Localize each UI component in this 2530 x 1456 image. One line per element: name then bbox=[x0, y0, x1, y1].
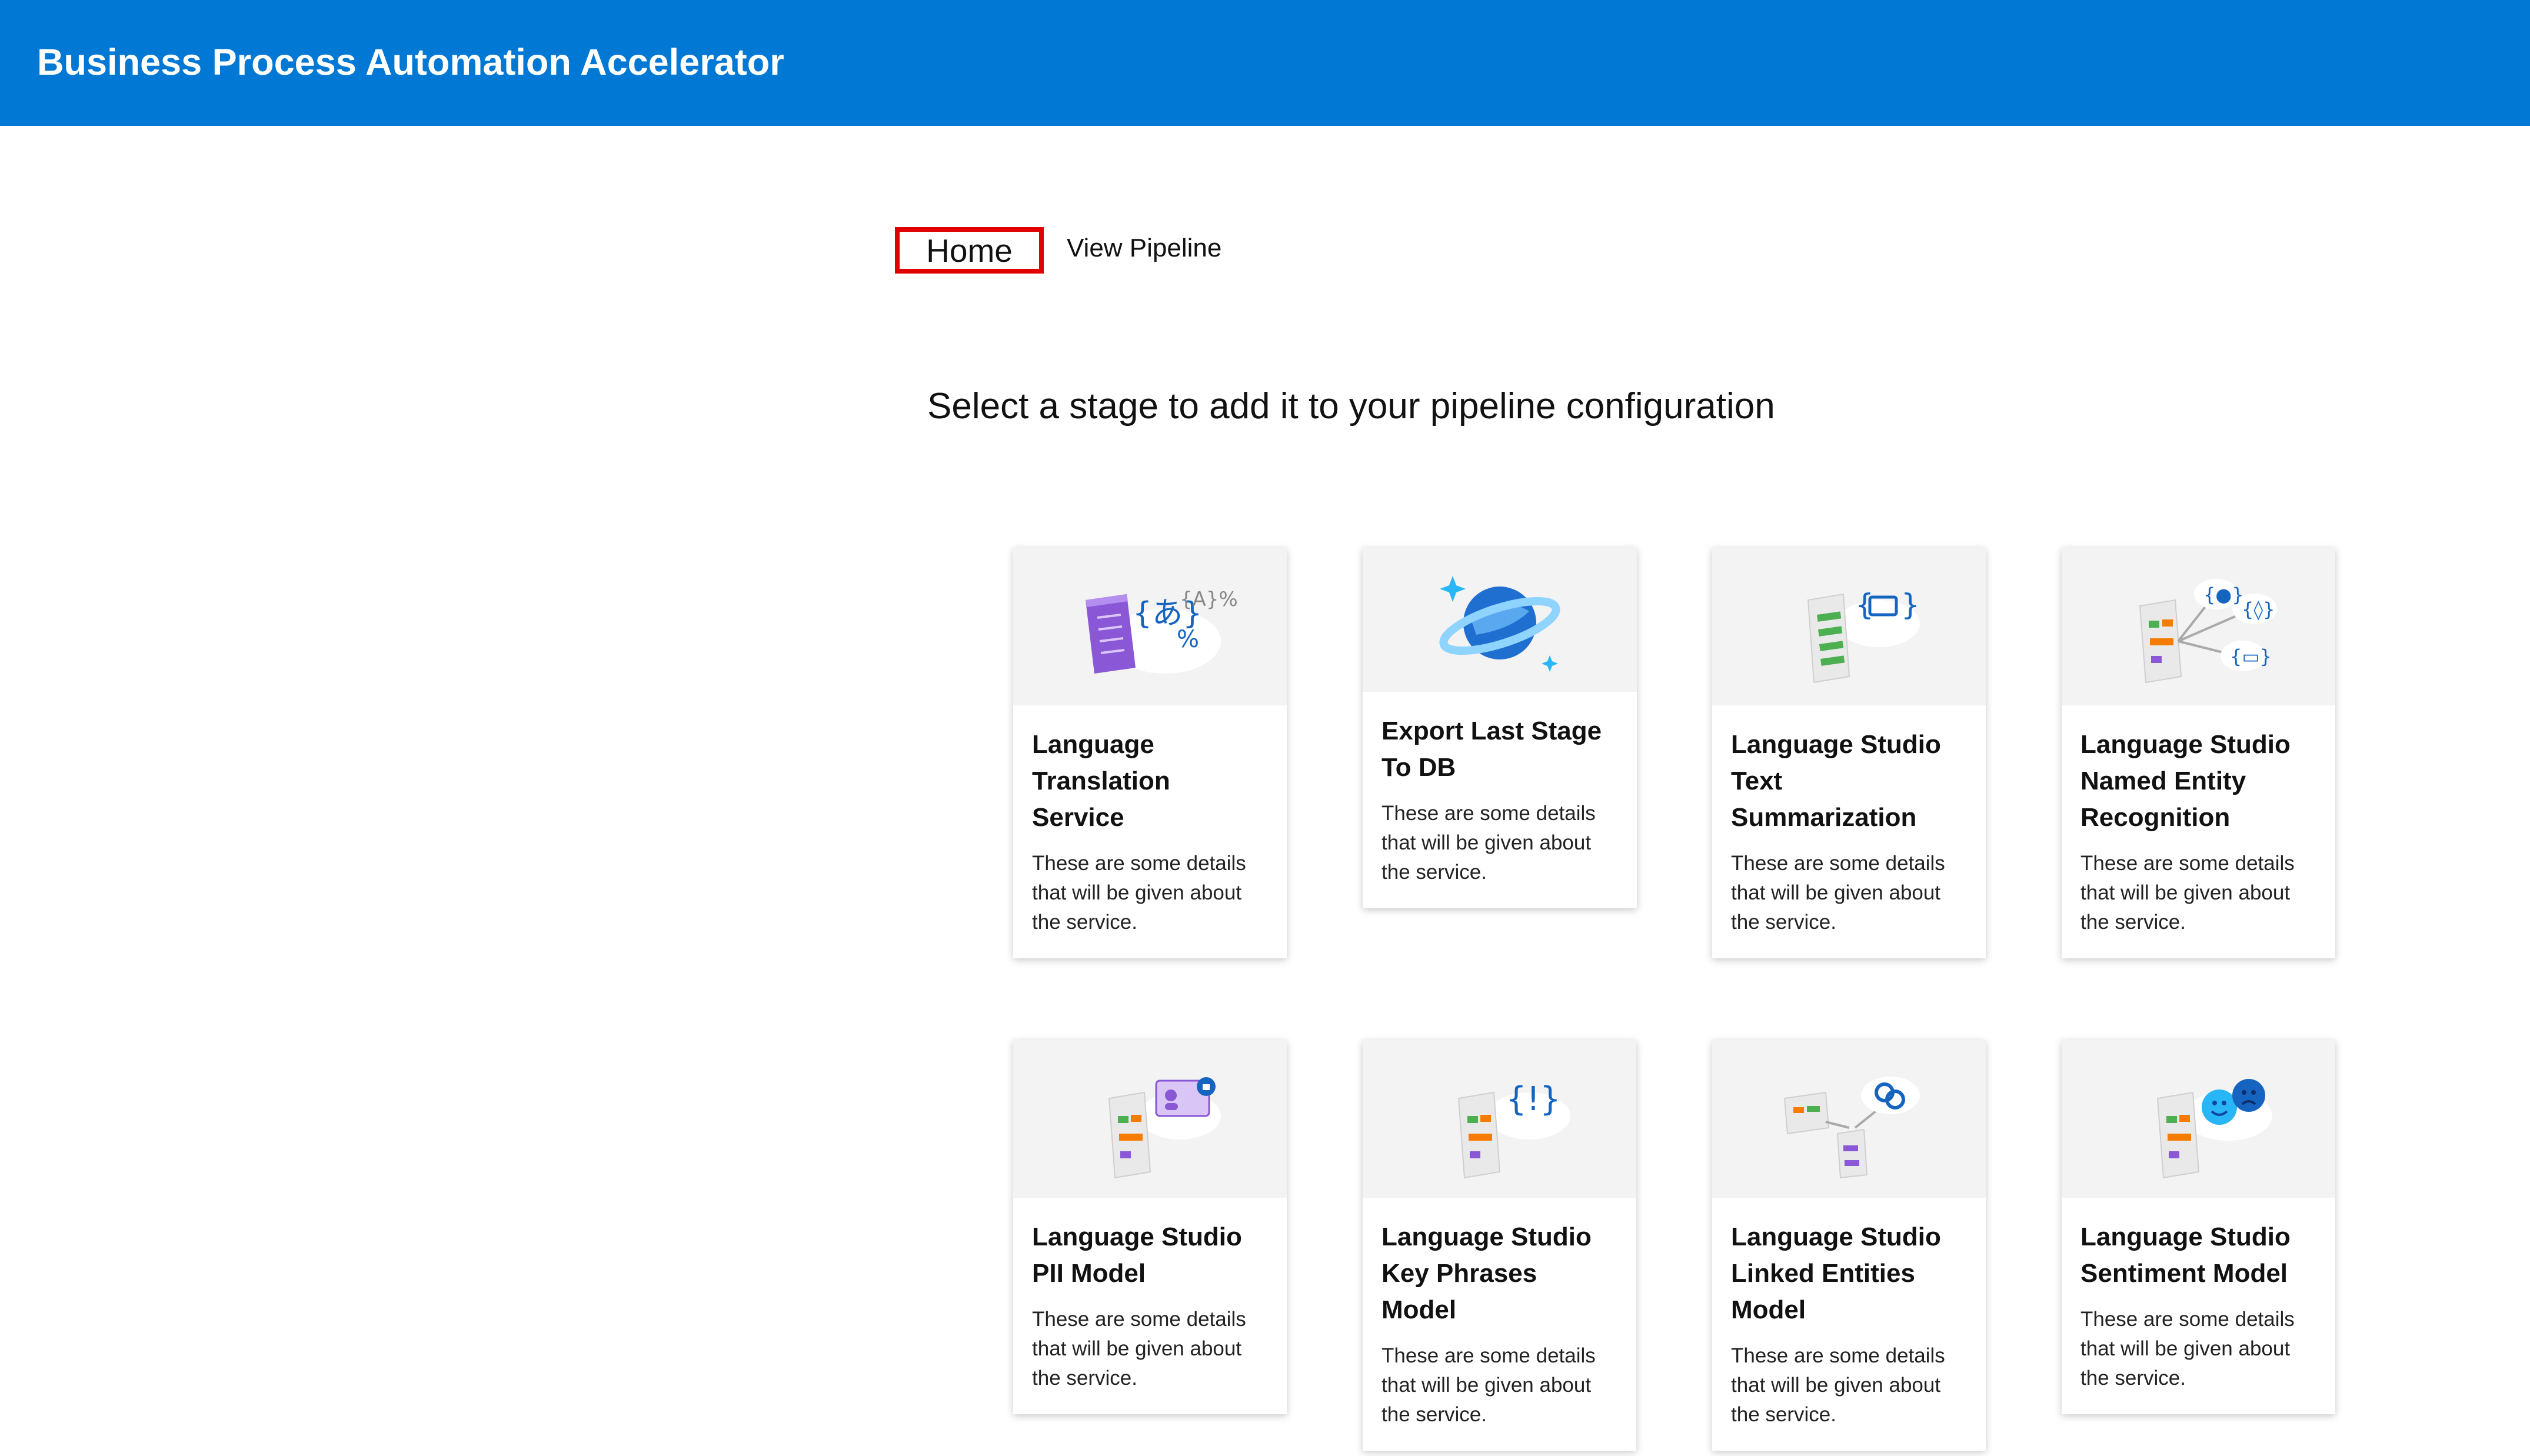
summarization-icon: { } bbox=[1807, 588, 1920, 684]
page-subtitle: Select a stage to add it to your pipelin… bbox=[927, 386, 1775, 427]
card-image: {あ} {A}% % bbox=[1013, 548, 1287, 705]
card-image bbox=[1363, 548, 1637, 692]
svg-text:}: } bbox=[1901, 588, 1920, 622]
linked-entities-icon bbox=[1783, 1077, 1920, 1179]
app-title: Business Process Automation Accelerator bbox=[37, 42, 784, 83]
stage-card-export-db[interactable]: Export Last Stage To DB These are some d… bbox=[1363, 548, 1637, 908]
entity-recognition-icon: {●} {◊} {▭} bbox=[2139, 579, 2277, 684]
card-description: These are some details that will be give… bbox=[1032, 852, 1246, 934]
key-phrases-icon: {!} bbox=[1457, 1080, 1570, 1179]
svg-text:{▭}: {▭} bbox=[2230, 645, 2272, 668]
card-title: Language Studio Text Summarization bbox=[1731, 730, 1941, 832]
card-description: These are some details that will be give… bbox=[2080, 1308, 2295, 1390]
stage-card-linked-entities[interactable]: Language Studio Linked Entities Model Th… bbox=[1712, 1040, 1986, 1451]
svg-text:{!}: {!} bbox=[1506, 1080, 1561, 1118]
translation-icon: {あ} {A}% % bbox=[1085, 588, 1238, 674]
app-header: Business Process Automation Accelerator bbox=[0, 0, 2530, 126]
stage-card-sentiment[interactable]: Language Studio Sentiment Model These ar… bbox=[2062, 1040, 2335, 1414]
card-title: Language Translation Service bbox=[1032, 730, 1170, 832]
database-planet-icon bbox=[1439, 575, 1560, 672]
stage-card-translation[interactable]: {あ} {A}% % Language Translation Service … bbox=[1013, 548, 1287, 958]
card-image bbox=[2062, 1040, 2335, 1198]
card-description: These are some details that will be give… bbox=[1032, 1308, 1246, 1390]
svg-text:{●}: {●} bbox=[2203, 584, 2244, 606]
card-title: Language Studio Sentiment Model bbox=[2080, 1222, 2291, 1288]
card-description: These are some details that will be give… bbox=[1731, 1344, 1945, 1426]
card-title: Language Studio Named Entity Recognition bbox=[2080, 730, 2291, 832]
card-image bbox=[1712, 1040, 1986, 1198]
card-description: These are some details that will be give… bbox=[2080, 852, 2295, 934]
stage-card-key-phrases[interactable]: {!} Language Studio Key Phrases Model Th… bbox=[1363, 1040, 1636, 1451]
card-image: { } bbox=[1712, 548, 1986, 705]
card-image: {●} {◊} {▭} bbox=[2062, 548, 2335, 705]
card-image bbox=[1013, 1040, 1287, 1198]
stage-card-summarization[interactable]: { } Language Studio Text Summarization T… bbox=[1712, 548, 1986, 958]
card-title: Language Studio Linked Entities Model bbox=[1731, 1222, 1941, 1324]
stage-card-named-entity[interactable]: {●} {◊} {▭} Language Studio Named Entity… bbox=[2062, 548, 2335, 958]
card-description: These are some details that will be give… bbox=[1731, 852, 1945, 934]
card-image: {!} bbox=[1363, 1040, 1636, 1198]
card-title: Export Last Stage To DB bbox=[1381, 717, 1602, 782]
card-title: Language Studio PII Model bbox=[1032, 1222, 1242, 1288]
sentiment-icon bbox=[2156, 1079, 2272, 1179]
svg-text:{A}%: {A}% bbox=[1180, 588, 1238, 611]
card-title: Language Studio Key Phrases Model bbox=[1381, 1222, 1592, 1324]
stage-card-pii[interactable]: Language Studio PII Model These are some… bbox=[1013, 1040, 1287, 1414]
card-description: These are some details that will be give… bbox=[1381, 1344, 1596, 1426]
svg-text:{◊}: {◊} bbox=[2242, 598, 2275, 621]
card-description: These are some details that will be give… bbox=[1381, 802, 1596, 884]
svg-text:%: % bbox=[1177, 626, 1199, 653]
pii-icon bbox=[1108, 1077, 1221, 1179]
nav-home-link[interactable]: Home bbox=[895, 227, 1044, 274]
nav-view-pipeline-link[interactable]: View Pipeline bbox=[1067, 234, 1221, 263]
